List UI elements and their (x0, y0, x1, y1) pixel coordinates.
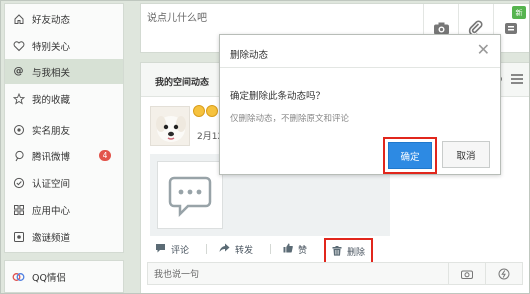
smile-emoji-icon (193, 105, 205, 117)
dialog-question: 确定删除此条动态吗？ (230, 91, 326, 102)
apps-icon (12, 203, 25, 216)
reply-tools (448, 263, 522, 284)
sidebar-item-label: 腾讯微博 (32, 151, 71, 163)
divider (220, 67, 500, 68)
dialog-note: 仅删除动态，不删除原文和评论 (230, 114, 350, 124)
composer-placeholder[interactable]: 说点儿什么吧 (147, 9, 207, 24)
feed-title: 我的空间动态 (155, 78, 210, 88)
trash-icon (332, 246, 342, 256)
unread-count-badge: 4 (99, 150, 111, 161)
divider (206, 244, 208, 254)
sidebar-item-favorites[interactable]: 我的收藏 (5, 86, 123, 111)
sidebar: 好友动态 特别关心 @ 与我相关 我的收藏 实名朋友 腾讯微博 4 认证空间 应… (4, 3, 124, 253)
sidebar-item-label: QQ情侣 (32, 272, 66, 284)
comment-label: 评论 (171, 245, 190, 256)
cancel-button[interactable]: 取消 (442, 141, 490, 168)
attachment-thumbnail[interactable] (157, 161, 223, 229)
real-name-friends-icon (12, 123, 25, 136)
qq-lover-icon (12, 270, 25, 283)
delete-button[interactable]: 删除 (324, 238, 373, 264)
dialog-title: 删除动态 (230, 50, 269, 61)
heart-icon (12, 39, 25, 52)
confirm-highlight: 确定 (383, 137, 437, 174)
divider (270, 244, 272, 254)
delete-label: 删除 (346, 247, 365, 258)
sidebar-item-tencent-weibo[interactable]: 腾讯微博 4 (5, 143, 123, 168)
camera-icon[interactable] (448, 263, 485, 284)
verified-icon (12, 176, 25, 189)
sidebar-item-channel[interactable]: 邀谜频道 (5, 224, 123, 249)
sidebar-item-label: 与我相关 (32, 67, 71, 79)
forward-label: 转发 (235, 245, 254, 256)
forward-icon (219, 243, 230, 256)
smile-emoji-icon (206, 105, 218, 117)
sidebar-item-real-name-friends[interactable]: 实名朋友 (5, 117, 123, 142)
confirm-button[interactable]: 确定 (388, 142, 432, 169)
comment-icon (155, 243, 166, 256)
menu-icon[interactable] (509, 71, 525, 87)
sidebar-item-special-care[interactable]: 特别关心 (5, 33, 123, 58)
sidebar-item-verified-space[interactable]: 认证空间 (5, 170, 123, 195)
post-action-bar: 评论 转发 赞 删除 (141, 235, 529, 264)
qzone-window: 好友动态 特别关心 @ 与我相关 我的收藏 实名朋友 腾讯微博 4 认证空间 应… (0, 0, 530, 294)
sidebar-item-label: 好友动态 (32, 14, 71, 26)
sidebar-item-label: 实名朋友 (32, 125, 71, 137)
delete-confirm-dialog: 删除动态 ✕ 确定删除此条动态吗？ 仅删除动态，不删除原文和评论 确定 取消 (219, 34, 501, 175)
avatar[interactable] (150, 106, 190, 146)
reply-input[interactable]: 我也说一句 (147, 262, 523, 285)
sidebar-item-label: 特别关心 (32, 41, 71, 53)
like-button[interactable]: 赞 (283, 243, 307, 256)
weibo-icon (12, 149, 25, 162)
comment-bubble-icon (168, 176, 212, 218)
sidebar-item-friend-feeds[interactable]: 好友动态 (5, 6, 123, 31)
sidebar-item-qq-lover[interactable]: QQ情侣 (4, 260, 124, 293)
sidebar-item-related-to-me[interactable]: @ 与我相关 (5, 59, 123, 84)
post-emoji-row (193, 105, 219, 117)
forward-button[interactable]: 转发 (219, 243, 253, 256)
new-badge: 新 (512, 6, 526, 19)
sidebar-item-label: 邀谜频道 (32, 232, 71, 244)
sidebar-item-label: 我的收藏 (32, 94, 71, 106)
channel-icon (12, 230, 25, 243)
like-label: 赞 (298, 245, 308, 256)
reply-placeholder: 我也说一句 (154, 270, 200, 280)
close-icon[interactable]: ✕ (477, 42, 490, 58)
emoji-icon[interactable] (485, 263, 522, 284)
sidebar-item-label: 认证空间 (32, 178, 71, 190)
star-icon (12, 92, 25, 105)
sidebar-item-app-center[interactable]: 应用中心 (5, 197, 123, 222)
at-icon: @ (13, 66, 24, 77)
sidebar-item-label: 应用中心 (32, 205, 71, 217)
comment-button[interactable]: 评论 (155, 243, 189, 256)
thumbs-up-icon (283, 243, 293, 256)
home-icon (12, 12, 25, 25)
